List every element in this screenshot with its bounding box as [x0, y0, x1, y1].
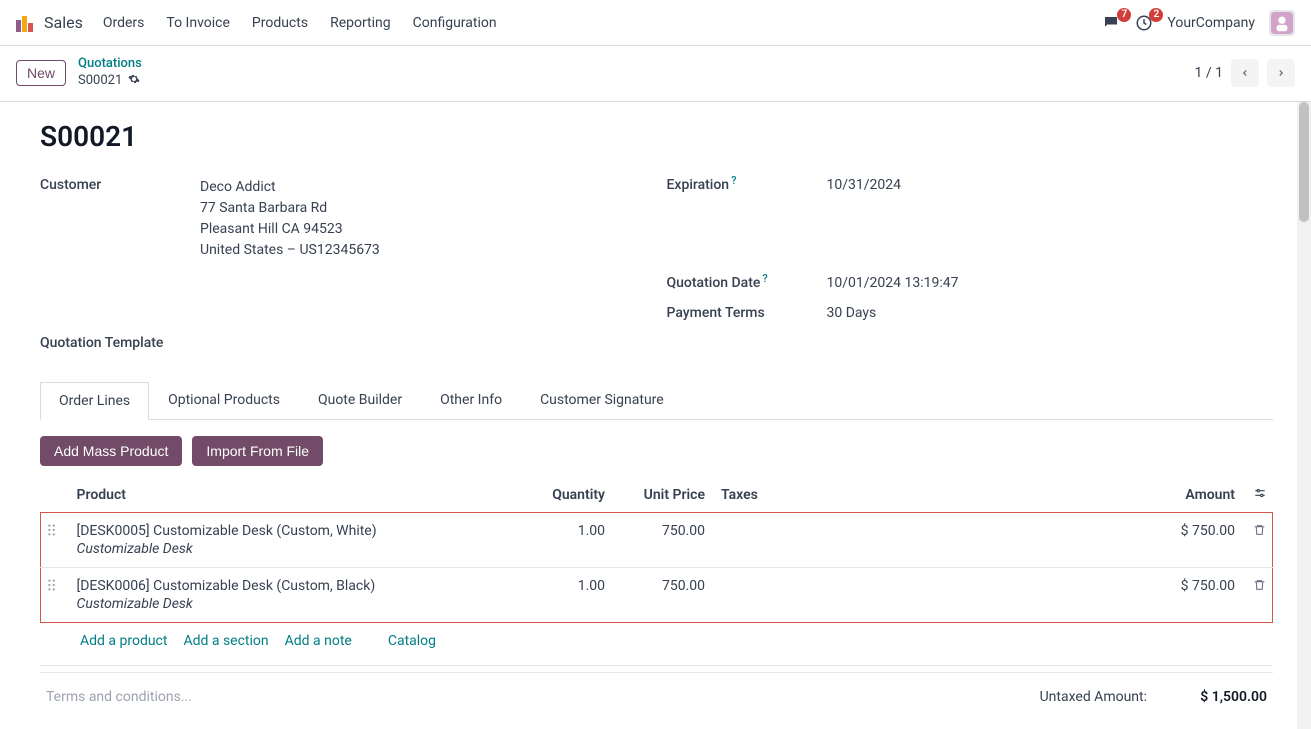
- line-description: Customizable Desk: [77, 541, 516, 557]
- footer-row: Terms and conditions... Untaxed Amount: …: [40, 672, 1273, 705]
- gear-icon[interactable]: [128, 73, 140, 91]
- col-amount: Amount: [791, 478, 1241, 513]
- tab-optional-products[interactable]: Optional Products: [149, 381, 299, 419]
- topbar-right: 7 2 YourCompany: [1101, 10, 1295, 36]
- activities-badge: 2: [1149, 8, 1163, 22]
- table-row[interactable]: [DESK0006] Customizable Desk (Custom, Bl…: [41, 567, 1273, 622]
- messages-icon[interactable]: 7: [1101, 14, 1121, 32]
- table-row[interactable]: [DESK0005] Customizable Desk (Custom, Wh…: [41, 512, 1273, 567]
- avatar[interactable]: [1269, 10, 1295, 36]
- line-description: Customizable Desk: [77, 596, 516, 612]
- line-product[interactable]: [DESK0006] Customizable Desk (Custom, Bl…: [77, 578, 516, 594]
- line-amount: $ 750.00: [1181, 578, 1235, 594]
- page-title: S00021: [40, 120, 1273, 153]
- label-quotation-date: Quotation Date?: [667, 275, 807, 291]
- nav-products[interactable]: Products: [252, 15, 308, 31]
- tab-customer-signature[interactable]: Customer Signature: [521, 381, 683, 419]
- terms-input[interactable]: Terms and conditions...: [46, 689, 192, 705]
- app-logo-icon: [16, 14, 34, 32]
- columns-settings-icon[interactable]: [1253, 488, 1267, 504]
- label-customer: Customer: [40, 177, 180, 193]
- company-name[interactable]: YourCompany: [1167, 15, 1255, 31]
- col-taxes: Taxes: [711, 478, 791, 513]
- breadcrumb-current: S00021: [78, 73, 122, 90]
- scrollbar[interactable]: [1297, 102, 1311, 729]
- nav-configuration[interactable]: Configuration: [413, 15, 497, 31]
- add-mass-product-button[interactable]: Add Mass Product: [40, 436, 182, 466]
- line-unit-price[interactable]: 750.00: [611, 567, 711, 622]
- nav-to-invoice[interactable]: To Invoice: [166, 15, 230, 31]
- scrollbar-thumb[interactable]: [1299, 102, 1309, 222]
- help-icon[interactable]: ?: [762, 272, 767, 285]
- breadcrumb-parent[interactable]: Quotations: [78, 56, 142, 73]
- pager-prev-button[interactable]: [1231, 59, 1259, 87]
- tab-order-lines[interactable]: Order Lines: [40, 382, 149, 420]
- drag-handle-icon[interactable]: [47, 525, 61, 541]
- line-amount: $ 750.00: [1181, 523, 1235, 539]
- pager-text: 1 / 1: [1195, 65, 1223, 81]
- fields-grid: Customer Deco Addict 77 Santa Barbara Rd…: [40, 177, 1273, 351]
- pager: 1 / 1: [1195, 59, 1295, 87]
- nav-reporting[interactable]: Reporting: [330, 15, 391, 31]
- line-product[interactable]: [DESK0005] Customizable Desk (Custom, Wh…: [77, 523, 516, 539]
- col-product: Product: [71, 478, 522, 513]
- new-button[interactable]: New: [16, 60, 66, 86]
- catalog-link[interactable]: Catalog: [388, 633, 436, 649]
- value-expiration[interactable]: 10/31/2024: [827, 177, 1274, 193]
- messages-badge: 7: [1117, 8, 1131, 22]
- customer-address-line2: Pleasant Hill CA 94523: [200, 219, 647, 240]
- import-from-file-button[interactable]: Import From File: [192, 436, 323, 466]
- line-unit-price[interactable]: 750.00: [611, 512, 711, 567]
- line-quantity[interactable]: 1.00: [521, 512, 611, 567]
- pager-next-button[interactable]: [1267, 59, 1295, 87]
- nav-orders[interactable]: Orders: [103, 15, 145, 31]
- trash-icon[interactable]: [1253, 525, 1266, 541]
- topbar: Sales Orders To Invoice Products Reporti…: [0, 0, 1311, 46]
- add-links-row: Add a product Add a section Add a note C…: [40, 623, 1273, 659]
- drag-handle-icon[interactable]: [47, 580, 61, 596]
- main-nav: Orders To Invoice Products Reporting Con…: [103, 15, 497, 31]
- add-note-link[interactable]: Add a note: [285, 633, 352, 649]
- label-quotation-template: Quotation Template: [40, 335, 180, 351]
- add-product-link[interactable]: Add a product: [80, 633, 167, 649]
- tabs: Order Lines Optional Products Quote Buil…: [40, 381, 1273, 420]
- untaxed-amount-label: Untaxed Amount:: [1040, 689, 1147, 705]
- form-view: S00021 Customer Deco Addict 77 Santa Bar…: [0, 102, 1297, 729]
- tab-other-info[interactable]: Other Info: [421, 381, 521, 419]
- help-icon[interactable]: ?: [731, 174, 736, 187]
- label-payment-terms: Payment Terms: [667, 305, 807, 321]
- add-section-link[interactable]: Add a section: [183, 633, 268, 649]
- tab-quote-builder[interactable]: Quote Builder: [299, 381, 421, 419]
- customer-name: Deco Addict: [200, 177, 647, 198]
- col-quantity: Quantity: [521, 478, 611, 513]
- value-customer[interactable]: Deco Addict 77 Santa Barbara Rd Pleasant…: [200, 177, 647, 261]
- line-taxes[interactable]: [711, 567, 791, 622]
- breadcrumb: Quotations S00021: [78, 56, 142, 91]
- value-quotation-date[interactable]: 10/01/2024 13:19:47: [827, 275, 1274, 291]
- trash-icon[interactable]: [1253, 580, 1266, 596]
- untaxed-amount-value: $ 1,500.00: [1177, 689, 1267, 705]
- app-name: Sales: [44, 13, 83, 32]
- subheader: New Quotations S00021 1 / 1: [0, 46, 1311, 102]
- tab-body: Add Mass Product Import From File Produc…: [40, 420, 1273, 705]
- label-expiration: Expiration?: [667, 177, 807, 193]
- customer-address-line1: 77 Santa Barbara Rd: [200, 198, 647, 219]
- customer-address-line3: United States – US12345673: [200, 240, 647, 261]
- lines-table: Product Quantity Unit Price Taxes Amount: [40, 478, 1273, 623]
- line-taxes[interactable]: [711, 512, 791, 567]
- activities-icon[interactable]: 2: [1135, 14, 1153, 32]
- col-unit-price: Unit Price: [611, 478, 711, 513]
- value-payment-terms[interactable]: 30 Days: [827, 305, 1274, 321]
- line-quantity[interactable]: 1.00: [521, 567, 611, 622]
